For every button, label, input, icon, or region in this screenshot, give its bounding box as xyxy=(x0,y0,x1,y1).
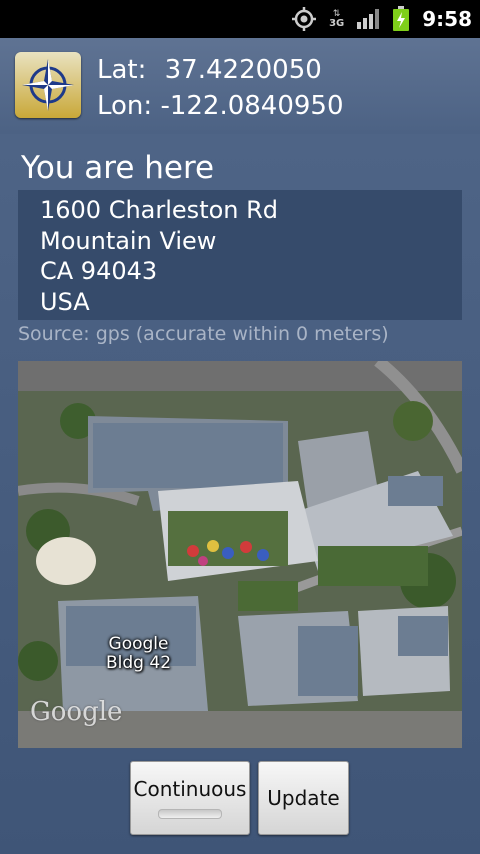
address-box: 1600 Charleston Rd Mountain View CA 9404… xyxy=(18,190,462,320)
longitude-row: Lon: -122.0840950 xyxy=(97,88,344,124)
clock: 9:58 xyxy=(422,7,472,31)
data-arrows-icon: ⇅ 3G xyxy=(329,9,345,29)
longitude-value: -122.0840950 xyxy=(160,91,344,121)
continuous-toggle-button[interactable]: Continuous xyxy=(130,761,250,835)
continuous-label: Continuous xyxy=(133,777,247,801)
coordinates: Lat: 37.4220050 Lon: -122.0840950 xyxy=(97,52,344,124)
latitude-row: Lat: 37.4220050 xyxy=(97,52,344,88)
main-content: You are here 1600 Charleston Rd Mountain… xyxy=(0,134,480,854)
gps-icon xyxy=(292,7,317,31)
satellite-map[interactable]: Google Bldg 42 Google xyxy=(18,361,462,748)
address-line-state-zip: CA 94043 xyxy=(40,257,158,285)
app-header: Lat: 37.4220050 Lon: -122.0840950 xyxy=(0,38,480,134)
status-icons: ⇅ 3G 9:58 xyxy=(291,0,472,38)
source-text: Source: gps (accurate within 0 meters) xyxy=(18,323,389,345)
status-bar: ⇅ 3G 9:58 xyxy=(0,0,480,38)
update-button[interactable]: Update xyxy=(258,761,349,835)
address-line-street: 1600 Charleston Rd xyxy=(40,196,279,224)
map-label-line2: Bldg 42 xyxy=(106,653,172,673)
google-watermark: Google xyxy=(30,697,123,727)
signal-icon xyxy=(357,9,380,29)
update-label: Update xyxy=(267,786,340,810)
network-type: 3G xyxy=(329,18,345,29)
toggle-indicator xyxy=(158,809,222,819)
longitude-label: Lon: xyxy=(97,91,153,121)
latitude-label: Lat: xyxy=(97,55,147,85)
location-title: You are here xyxy=(21,150,215,186)
battery-charging-icon xyxy=(393,6,410,31)
app-icon[interactable] xyxy=(15,52,81,118)
map-place-label: Google Bldg 42 xyxy=(106,635,171,673)
address-line-city: Mountain View xyxy=(40,226,217,255)
map-imagery xyxy=(18,361,462,748)
latitude-value: 37.4220050 xyxy=(164,55,322,85)
map-label-line1: Google xyxy=(108,634,169,654)
compass-rose-icon xyxy=(22,59,74,111)
address-line-country: USA xyxy=(40,287,90,316)
